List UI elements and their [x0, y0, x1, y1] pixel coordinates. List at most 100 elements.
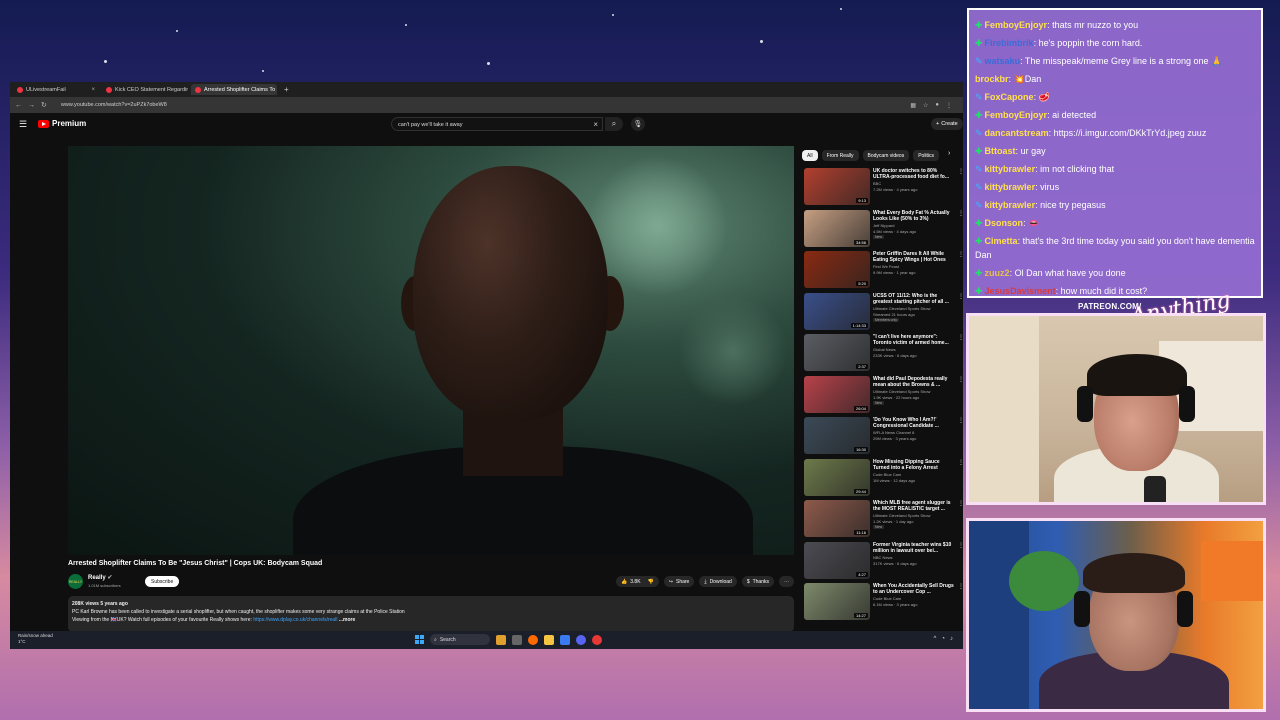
recommendation-item[interactable]: 9:13 UK doctor switches to 80% ULTRA-proc…: [804, 168, 964, 210]
back-icon[interactable]: ←: [15, 102, 22, 109]
recommendation-item[interactable]: 14:27 When You Accidentally Sell Drugs to…: [804, 583, 964, 625]
more-options-icon[interactable]: ⋮: [958, 542, 964, 549]
thanks-button[interactable]: $ Thanks: [741, 576, 774, 587]
video-thumbnail[interactable]: 1:14:33: [804, 292, 870, 330]
video-description[interactable]: 208K views 5 years ago PC Karl Browne ha…: [68, 596, 794, 632]
more-options-icon[interactable]: ⋮: [958, 334, 964, 341]
browser-tab[interactable]: Kick CEO Statement Regarding×: [102, 84, 188, 95]
recommendation-title[interactable]: Peter Griffin Dares It All While Eating …: [873, 251, 956, 263]
recommendation-channel[interactable]: Ultimate Cleveland Sports Show: [873, 513, 930, 518]
firefox-icon[interactable]: [528, 634, 538, 645]
bookmark-icon[interactable]: ☆: [923, 102, 928, 109]
recommendation-channel[interactable]: Jeff Nippard: [873, 223, 895, 228]
recommendation-title[interactable]: 'Do You Know Who I Am?!' Congressional C…: [873, 417, 956, 429]
more-options-icon[interactable]: ⋮: [958, 459, 964, 466]
browser-menu-icon[interactable]: ⋮: [946, 102, 952, 109]
recommendation-title[interactable]: When You Accidentally Sell Drugs to an U…: [873, 583, 956, 595]
youtube-logo[interactable]: Premium: [38, 119, 86, 128]
more-options-icon[interactable]: ⋮: [958, 210, 964, 217]
recommendation-channel[interactable]: Global News: [873, 347, 896, 352]
channel-name[interactable]: Really ✔: [88, 574, 112, 581]
recommendation-item[interactable]: 11:16 Which MLB free agent slugger is the…: [804, 500, 964, 542]
chat-username[interactable]: FemboyEnjoyr: [985, 110, 1048, 120]
chat-username[interactable]: kittybrawler: [985, 200, 1036, 210]
more-options-icon[interactable]: ⋮: [958, 376, 964, 383]
video-thumbnail[interactable]: 11:16: [804, 500, 870, 537]
recommendation-channel[interactable]: Code Blue Cam: [873, 472, 901, 477]
taskbar-search[interactable]: ⌕ Search: [430, 634, 490, 645]
filter-chip[interactable]: From Really: [821, 150, 859, 161]
recommendation-item[interactable]: 2:37 "I can't live here anymore": Toronto…: [804, 334, 964, 376]
chat-username[interactable]: Dsonson: [985, 218, 1024, 228]
browser-tab[interactable]: ULivestreamFail ×: [13, 84, 99, 95]
like-button[interactable]: 👍 3.8K 👎: [616, 576, 659, 587]
recommendation-title[interactable]: UK doctor switches to 80% ULTRA-processe…: [873, 168, 956, 180]
filter-chip[interactable]: Bodycam videos: [862, 150, 910, 161]
recommendation-title[interactable]: Former Virginia teacher wins $10 million…: [873, 542, 956, 554]
reload-icon[interactable]: ↻: [41, 101, 47, 109]
video-thumbnail[interactable]: 2:37: [804, 334, 870, 371]
extensions-icon[interactable]: ▦: [910, 102, 916, 109]
show-more-link[interactable]: ...more: [339, 617, 355, 623]
search-button[interactable]: ⌕: [605, 117, 623, 131]
profile-icon[interactable]: ●: [935, 102, 939, 109]
video-thumbnail[interactable]: 4:27: [804, 541, 870, 579]
close-icon[interactable]: ×: [91, 87, 95, 93]
share-button[interactable]: ↪ Share: [663, 576, 695, 587]
chat-username[interactable]: Cimetta: [985, 236, 1018, 246]
create-button[interactable]: + Create: [931, 118, 963, 130]
video-thumbnail[interactable]: 14:27: [804, 583, 870, 620]
clear-search-icon[interactable]: ×: [593, 120, 598, 129]
more-options-icon[interactable]: ⋮: [958, 293, 964, 300]
chrome-icon[interactable]: [592, 634, 602, 645]
chat-username[interactable]: zuuz2: [985, 268, 1010, 278]
recommendation-channel[interactable]: WFLA News Channel 8: [873, 430, 914, 435]
voice-search-button[interactable]: 🎙: [631, 117, 645, 131]
filter-chip[interactable]: All: [802, 150, 818, 161]
chat-username[interactable]: brockbr: [975, 74, 1009, 84]
chevron-up-icon[interactable]: ^: [934, 636, 937, 642]
video-thumbnail[interactable]: 16:30: [804, 417, 870, 454]
more-options-icon[interactable]: ⋮: [958, 500, 964, 507]
video-thumbnail[interactable]: 9:13: [804, 168, 870, 205]
chat-username[interactable]: FoxCapone: [985, 92, 1034, 102]
new-tab-icon[interactable]: +: [280, 85, 293, 94]
subscribe-button[interactable]: Subscribe: [145, 576, 180, 587]
chat-username[interactable]: FemboyEnjoyr: [985, 20, 1048, 30]
file-explorer-icon[interactable]: [544, 634, 554, 645]
chat-username[interactable]: Firebimbrik: [985, 38, 1034, 48]
chat-username[interactable]: watsaku: [985, 56, 1021, 66]
recommendation-title[interactable]: Which MLB free agent slugger is the MOST…: [873, 500, 956, 512]
more-actions-button[interactable]: ⋯: [779, 576, 794, 587]
chevron-right-icon[interactable]: ›: [948, 150, 950, 157]
recommendation-channel[interactable]: Ultimate Cleveland Sports Show: [873, 389, 930, 394]
video-player[interactable]: [68, 146, 794, 555]
recommendation-channel[interactable]: BBC: [873, 181, 881, 186]
recommendation-item[interactable]: 16:30 'Do You Know Who I Am?!' Congressio…: [804, 417, 964, 459]
recommendation-title[interactable]: What Every Body Fat % Actually Looks Lik…: [873, 210, 956, 222]
recommendation-item[interactable]: 26:04 What did Paul Depodesta really mean…: [804, 375, 964, 418]
forward-icon[interactable]: →: [28, 102, 35, 109]
recommendation-title[interactable]: "I can't live here anymore": Toronto vic…: [873, 334, 956, 346]
more-options-icon[interactable]: ⋮: [958, 168, 964, 175]
chat-username[interactable]: dancantstream: [985, 128, 1049, 138]
more-options-icon[interactable]: ⋮: [958, 417, 964, 424]
task-view-icon[interactable]: [512, 634, 522, 645]
windows-start-icon[interactable]: [415, 635, 424, 644]
filter-chip[interactable]: Politics: [913, 150, 940, 161]
recommendation-item[interactable]: 1:14:33 UCSS OT 11/12: Who is the greates…: [804, 292, 964, 335]
recommendation-channel[interactable]: First We Feast: [873, 264, 899, 269]
recommendation-item[interactable]: 4:27 Former Virginia teacher wins $10 mil…: [804, 541, 964, 584]
chat-username[interactable]: kittybrawler: [985, 182, 1036, 192]
recommendation-title[interactable]: What did Paul Depodesta really mean abou…: [873, 376, 956, 388]
weather-widget[interactable]: Rain/snow ahead 1°C: [18, 633, 53, 645]
video-thumbnail[interactable]: 26:04: [804, 375, 870, 413]
chat-username[interactable]: Bttoast: [985, 146, 1016, 156]
chat-username[interactable]: kittybrawler: [985, 164, 1036, 174]
recommendation-title[interactable]: How Missing Dipping Sauce Turned into a …: [873, 459, 956, 471]
video-thumbnail[interactable]: 29:44: [804, 458, 870, 496]
thumbs-down-icon[interactable]: 👎: [648, 579, 654, 585]
recommendation-channel[interactable]: Code Blue Cam: [873, 596, 901, 601]
wifi-icon[interactable]: ◔: [941, 636, 945, 642]
recommendation-title[interactable]: UCSS OT 11/12: Who is the greatest start…: [873, 293, 956, 305]
